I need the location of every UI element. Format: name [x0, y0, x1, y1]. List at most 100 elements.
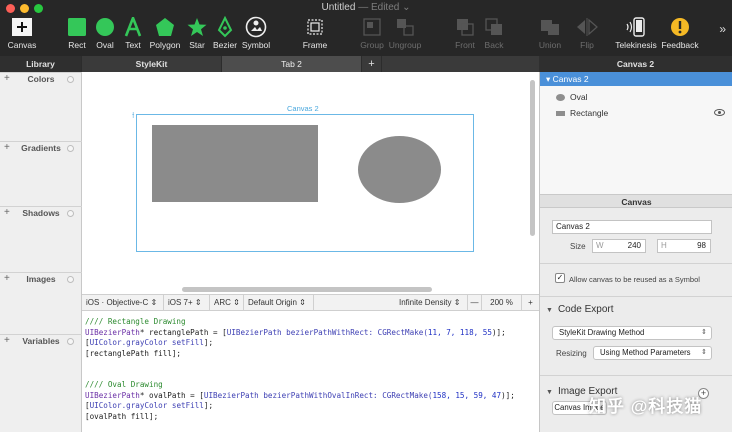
oval-shape[interactable] — [358, 136, 441, 203]
flip-label: Flip — [580, 40, 594, 50]
frame-icon — [307, 19, 323, 35]
ios-version-value: iOS 7+ — [168, 298, 193, 307]
code-text: * ovalPath = [ — [139, 390, 204, 400]
disclosure-triangle-icon[interactable]: ▾ — [546, 74, 553, 84]
canvas-name-field[interactable]: Canvas 2 — [552, 220, 712, 234]
width-prefix: W — [596, 241, 604, 250]
library-section-images[interactable]: + Images — [0, 272, 82, 286]
section-toggle-icon[interactable] — [67, 145, 74, 152]
reuse-symbol-checkbox[interactable]: ✓ — [555, 273, 565, 283]
divider — [540, 375, 732, 376]
frame-tool-button[interactable]: Frame — [293, 16, 337, 50]
send-back-icon — [485, 18, 502, 35]
section-toggle-icon[interactable] — [67, 338, 74, 345]
arc-select[interactable]: ARC ⇕ — [210, 295, 244, 311]
origin-value: Default Origin — [248, 298, 297, 307]
canvas-tool-label: Canvas — [7, 40, 37, 50]
frame-tool-label: Frame — [302, 40, 328, 50]
height-field[interactable]: H 98 — [657, 239, 711, 253]
window-title: Untitled — Edited ⌄ — [0, 2, 732, 13]
resizing-value: Using Method Parameters — [600, 348, 691, 357]
disclosure-triangle-icon: ▼ — [546, 307, 553, 314]
code-export-section-toggle[interactable]: ▼ Code Export — [546, 304, 614, 315]
rectangle-layer-icon — [556, 111, 565, 117]
library-section-gradients[interactable]: + Gradients — [0, 141, 82, 155]
library-sidebar: + Colors + Gradients + Shadows + Images … — [0, 72, 82, 432]
zoom-out-button[interactable]: — — [468, 295, 482, 311]
rectangle-shape[interactable] — [152, 125, 318, 202]
code-type: UIBezierPath — [85, 390, 140, 400]
horizontal-scrollbar[interactable] — [182, 287, 432, 292]
right-panel: ▾ Canvas 2 Oval Rectangle Canvas Canvas … — [539, 72, 732, 432]
ios-version-select[interactable]: iOS 7+ ⇕ — [164, 295, 210, 311]
tab-library[interactable]: Library — [0, 56, 82, 72]
inspector-title: Canvas 2 — [539, 56, 732, 72]
select-arrows-icon: ⇕ — [701, 349, 707, 356]
language-select[interactable]: iOS · Objective-C ⇕ — [82, 295, 164, 311]
code-editor[interactable]: //// Rectangle Drawing UIBezierPath* rec… — [82, 311, 539, 432]
drawing-area[interactable]: Canvas 2 ⟊ — [82, 72, 539, 294]
tab-tab2[interactable]: Tab 2 — [222, 56, 362, 72]
telekinesis-button[interactable]: Telekinesis — [614, 16, 658, 50]
polygon-icon — [156, 18, 174, 36]
layer-item-rectangle[interactable]: Rectangle — [540, 105, 732, 121]
origin-select[interactable]: Default Origin ⇕ — [244, 295, 314, 311]
code-text: ]; — [203, 401, 214, 410]
density-select[interactable]: Infinite Density ⇕ — [395, 295, 468, 311]
visibility-eye-icon[interactable] — [714, 109, 725, 116]
library-section-variables[interactable]: + Variables — [0, 334, 82, 348]
library-section-shadows[interactable]: + Shadows — [0, 206, 82, 220]
window-title-text: Untitled — [321, 2, 356, 13]
title-chevron-icon[interactable]: ⌄ — [402, 2, 410, 13]
toolbar-overflow-chevron-icon[interactable]: » — [719, 22, 726, 36]
code-call: UIBezierPath bezierPathWithRect: CGRectM… — [226, 327, 428, 337]
flip-button[interactable]: Flip — [565, 16, 609, 50]
density-value: Infinite Density — [399, 298, 452, 307]
zoom-in-button[interactable]: + — [522, 295, 539, 311]
text-icon — [124, 17, 142, 37]
origin-anchor-icon[interactable]: ⟊ — [132, 110, 134, 121]
resizing-select[interactable]: Using Method Parameters ⇕ — [593, 346, 712, 360]
width-field[interactable]: W 240 — [592, 239, 646, 253]
code-text: ]; — [203, 338, 214, 347]
code-text: [rectanglePath fill]; — [85, 348, 182, 358]
canvas-tool-button[interactable]: Canvas — [0, 16, 44, 50]
section-toggle-icon[interactable] — [67, 210, 74, 217]
layers-list: ▾ Canvas 2 Oval Rectangle — [540, 72, 732, 194]
layer-item-oval[interactable]: Oval — [540, 89, 732, 105]
ungroup-button[interactable]: Ungroup — [383, 16, 427, 50]
section-toggle-icon[interactable] — [67, 276, 74, 283]
height-value: 98 — [697, 241, 706, 250]
code-call: UIColor.grayColor setFill — [89, 338, 204, 347]
group-icon — [363, 18, 381, 36]
send-back-label: Back — [484, 40, 504, 50]
layer-label: Oval — [570, 92, 588, 102]
code-text: )]; — [491, 327, 506, 337]
code-export-method-select[interactable]: StyleKit Drawing Method ⇕ — [552, 326, 712, 340]
send-back-button[interactable]: Back — [472, 16, 516, 50]
code-options-bar: iOS · Objective-C ⇕ iOS 7+ ⇕ ARC ⇕ Defau… — [82, 294, 539, 311]
inspector-header: Canvas — [540, 194, 732, 208]
add-tab-button[interactable]: + — [362, 56, 382, 72]
feedback-label: Feedback — [661, 40, 699, 50]
tab-stylekit[interactable]: StyleKit — [82, 56, 222, 72]
code-type: UIBezierPath — [85, 327, 140, 337]
code-text: )]; — [501, 390, 515, 400]
symbol-tool-button[interactable]: Symbol — [234, 16, 278, 50]
library-section-colors[interactable]: + Colors — [0, 72, 82, 86]
symbol-icon — [245, 16, 267, 38]
tab-row: Library StyleKit Tab 2 + Canvas 2 — [0, 56, 732, 72]
layer-item-canvas[interactable]: ▾ Canvas 2 — [540, 72, 732, 86]
disclosure-triangle-icon: ▼ — [546, 389, 553, 396]
canvas-title-label[interactable]: Canvas 2 — [287, 104, 319, 113]
code-export-title: Code Export — [557, 304, 614, 315]
layer-label: Canvas 2 — [552, 74, 589, 84]
code-call: UIBezierPath bezierPathWithOvalInRect: C… — [203, 390, 433, 400]
watermark-text: 知乎 @科技猫 — [589, 397, 703, 416]
divider — [540, 296, 732, 297]
code-numbers: 11, 7, 118, 55 — [427, 327, 492, 337]
section-toggle-icon[interactable] — [67, 76, 74, 83]
code-numbers: 158, 15, 59, 47 — [432, 390, 502, 400]
vertical-scrollbar[interactable] — [530, 80, 535, 236]
feedback-button[interactable]: Feedback — [658, 16, 702, 50]
